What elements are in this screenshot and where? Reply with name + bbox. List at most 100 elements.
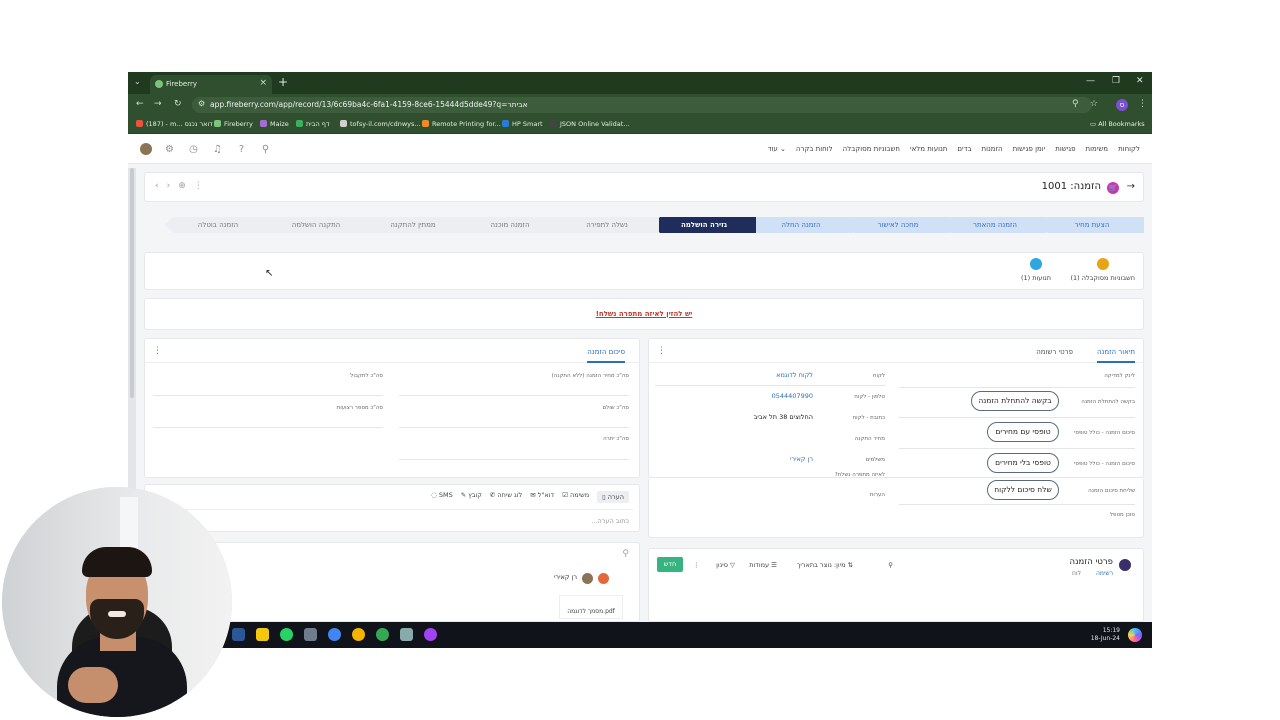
sticky-notes-icon[interactable] [256, 628, 269, 641]
chrome-icon-2[interactable] [352, 628, 365, 641]
tab-strip: ⌄ Fireberry × + — ❐ ✕ [128, 72, 1152, 94]
bookmark-json-validator[interactable]: JSON Online Validat... [550, 120, 630, 128]
stage-sent-to-sewing[interactable]: נשלה לתפירה [555, 217, 659, 233]
filter-control[interactable]: ▽ סינון [716, 561, 735, 569]
menu-item-invoices[interactable]: חשבוניות מסוקבלה [843, 145, 900, 153]
profile-avatar[interactable]: ס [1116, 99, 1128, 111]
bell-icon[interactable]: ♫ [212, 144, 223, 155]
bookmark-gmail[interactable]: (187) - m... דואר נכנס [136, 120, 213, 128]
history-icon[interactable]: ◷ [188, 144, 199, 155]
bookmark-fireberry[interactable]: Fireberry [214, 120, 253, 128]
browser-menu-icon[interactable]: ⋮ [1138, 99, 1147, 109]
stage-price-quote[interactable]: הצעת מחיר [1040, 217, 1144, 233]
tab-sms[interactable]: ◌ SMS [431, 491, 453, 503]
tab-file[interactable]: ✎ קובץ [461, 491, 482, 503]
alert-text[interactable]: יש להזין לאיזה מתפרה נשלח! [145, 310, 1143, 318]
forward-icon[interactable]: → [154, 99, 162, 109]
bookmark-hp-smart[interactable]: HP Smart [502, 120, 543, 128]
user-avatar[interactable] [140, 143, 152, 155]
close-window-icon[interactable]: ✕ [1136, 76, 1144, 86]
help-icon[interactable]: ? [236, 144, 247, 155]
stage-order-cancelled[interactable]: הזמנה בוטלה [165, 217, 271, 233]
bookmark-maize[interactable]: Maize [260, 120, 289, 128]
stage-order-started[interactable]: הזמנה החלה [749, 217, 853, 233]
menu-item-more[interactable]: עוד ⌄ [768, 145, 786, 153]
chrome-icon-3[interactable] [376, 628, 389, 641]
form-without-prices-button[interactable]: טופסי בלי מחירים [987, 453, 1059, 473]
stage-web-order[interactable]: הזמנה מהאתר [943, 217, 1047, 233]
menu-item-fabrics[interactable]: בדים [957, 145, 971, 153]
url-field[interactable]: ⚙ app.fireberry.com/app/record/13/6c69ba… [192, 97, 1092, 113]
filter-icon[interactable]: ⚲ [622, 549, 629, 559]
start-order-request-button[interactable]: בקשה להתחלת הזמנה [971, 391, 1059, 411]
order-summary-panel: סיכום הזמנה ⋮ סה"כ מחיר הזמנה (ללא התקנה… [144, 338, 640, 478]
send-summary-button[interactable]: שלח סיכום ללקוח [987, 480, 1059, 500]
copilot-icon[interactable] [1128, 628, 1142, 642]
sort-control[interactable]: ⇅ מיון: נוצר בתאריך [797, 561, 853, 569]
columns-control[interactable]: ☰ עמודות [749, 561, 777, 569]
bookmark-star-icon[interactable]: ☆ [1090, 99, 1098, 109]
view-board[interactable]: לוח [1072, 570, 1081, 577]
maximize-icon[interactable]: ❐ [1112, 76, 1120, 86]
tab-order-summary[interactable]: סיכום הזמנה [587, 348, 625, 363]
reload-icon[interactable]: ↻ [174, 99, 182, 109]
scrollbar-thumb[interactable] [130, 168, 134, 398]
site-info-icon[interactable]: ⚙ [198, 99, 205, 108]
panel-menu-icon[interactable]: ⋮ [657, 346, 666, 356]
order-items-panel: פרטי הזמנה רשימה לוח ⚲ ⇅ מיון: נוצר בתאר… [648, 548, 1144, 622]
minimize-icon[interactable]: — [1086, 76, 1095, 86]
view-list[interactable]: רשימה [1096, 570, 1113, 577]
new-tab-icon[interactable]: + [278, 75, 288, 89]
calculator-app-icon[interactable] [400, 628, 413, 641]
widget-invoices[interactable]: חשבוניות מסוקבלה (1) [1070, 258, 1135, 282]
chrome-icon-4[interactable] [424, 628, 437, 641]
tab-close-icon[interactable]: × [259, 78, 267, 88]
stage-awaiting-install[interactable]: ממתין להתקנה [361, 217, 465, 233]
customer-link[interactable]: לקוח לדוגמא [776, 371, 813, 379]
attachment-file[interactable]: מסמך לדוגמה.pdf [559, 595, 623, 619]
tab-order-description[interactable]: תיאור הזמנה [1096, 348, 1135, 363]
stage-cutting-done[interactable]: גזירה הושלמה [652, 217, 756, 233]
clock[interactable]: 15:19 18-Jun-24 [1091, 627, 1120, 643]
record-nav-icons[interactable]: ‹›⊕⋮ [155, 181, 211, 191]
stage-awaiting-approval[interactable]: מחכה לאישור [846, 217, 950, 233]
menu-item-calendar[interactable]: יומן פגישות [1013, 145, 1046, 153]
tab-email[interactable]: ✉ דוא"ל [530, 491, 554, 503]
tab-search-icon[interactable]: ⌄ [134, 77, 141, 86]
tab-task[interactable]: ☑ משימה [562, 491, 589, 503]
settings-icon[interactable]: ⚙ [164, 144, 175, 155]
menu-item-meetings[interactable]: פגישות [1055, 145, 1075, 153]
tab-record-details[interactable]: פרטי רשומה [1036, 348, 1073, 356]
form-with-prices-button[interactable]: טופסי עם מחירים [987, 422, 1059, 442]
all-bookmarks[interactable]: ▭ All Bookmarks [1090, 120, 1145, 128]
calculator-icon[interactable] [304, 628, 317, 641]
tab-note[interactable]: ▯ הערה [597, 491, 629, 503]
activity-tabs: ▯ הערה ☑ משימה ✉ דוא"ל ✆ לוג שיחה ✎ קובץ… [431, 491, 629, 503]
tab-call-log[interactable]: ✆ לוג שיחה [490, 491, 522, 503]
bookmark-remote-printing[interactable]: Remote Printing for... [422, 120, 501, 128]
menu-item-orders[interactable]: הזמנות [982, 145, 1003, 153]
menu-item-inventory[interactable]: תנועות מלאי [910, 145, 947, 153]
chrome-icon[interactable] [328, 628, 341, 641]
back-icon[interactable]: ← [136, 99, 144, 109]
word-icon[interactable] [232, 628, 245, 641]
new-item-button[interactable]: חדש [657, 557, 683, 572]
panel-menu-icon[interactable]: ⋮ [153, 346, 162, 356]
stage-order-ready[interactable]: הזמנה מוכנה [458, 217, 562, 233]
menu-item-dashboards[interactable]: לוחות בקרה [796, 145, 833, 153]
phone-link[interactable]: 0544407990 [772, 392, 813, 400]
bookmark-home[interactable]: דף הבית [296, 120, 330, 128]
widget-movements[interactable]: תנועות (1) [1021, 258, 1051, 282]
whatsapp-icon[interactable] [280, 628, 293, 641]
menu-item-tasks[interactable]: משימות [1086, 145, 1109, 153]
search-icon[interactable]: ⚲ [888, 561, 893, 569]
menu-item-customers[interactable]: לקוחות [1118, 145, 1140, 153]
browser-tab[interactable]: Fireberry × [150, 75, 272, 94]
items-menu-icon[interactable]: ⋮ [693, 561, 700, 569]
payer-link[interactable]: רן קאירי [790, 455, 813, 463]
stage-install-done[interactable]: התקנה הושלמה [264, 217, 368, 233]
search-icon[interactable]: ⚲ [260, 144, 271, 155]
back-arrow-icon[interactable]: → [1127, 181, 1135, 192]
zoom-icon[interactable]: ⚲ [1072, 99, 1079, 109]
bookmark-tofsy[interactable]: tofsy-il.com/cdnwys... [340, 120, 421, 128]
